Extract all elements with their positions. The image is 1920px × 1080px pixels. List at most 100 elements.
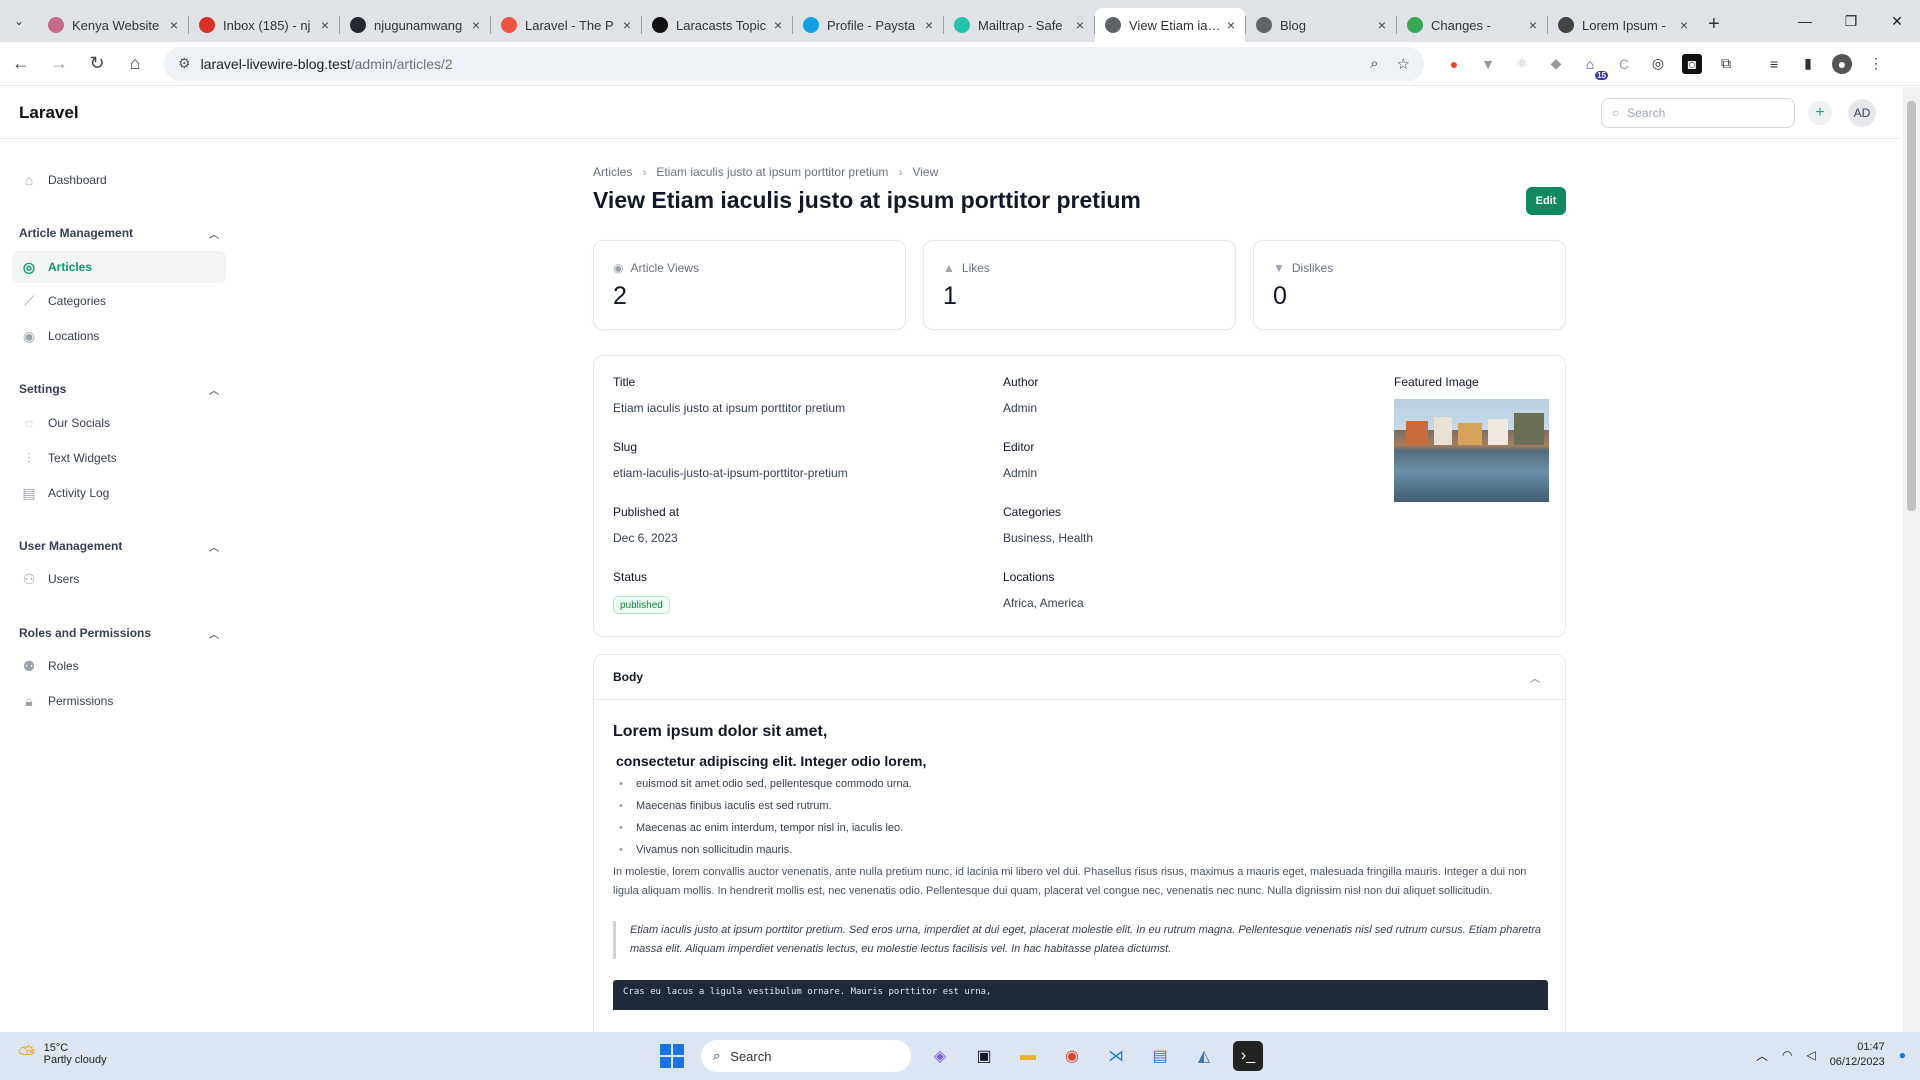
close-tab-icon[interactable]: × bbox=[1076, 17, 1084, 33]
puzzle-extension-icon[interactable]: ◆ bbox=[1546, 54, 1566, 74]
body-heading-1: Lorem ipsum dolor sit amet, bbox=[613, 723, 828, 740]
weather-widget[interactable]: ⛅︎ 15°C Partly cloudy bbox=[18, 1041, 107, 1067]
code-extension-icon[interactable]: C bbox=[1614, 54, 1634, 74]
browser-tab[interactable]: njugunamwang × bbox=[340, 8, 490, 42]
close-tab-icon[interactable]: × bbox=[774, 17, 782, 33]
scrollbar-thumb[interactable] bbox=[1907, 101, 1916, 511]
clock[interactable]: 01:47 06/12/2023 bbox=[1830, 1040, 1885, 1070]
browser-tab[interactable]: Laracasts Topic × bbox=[642, 8, 792, 42]
chevron-up-icon[interactable]: ︿ bbox=[1756, 1047, 1768, 1064]
site-info-icon[interactable]: ⚙ bbox=[178, 55, 191, 72]
close-tab-icon[interactable]: × bbox=[925, 17, 933, 33]
task-view-icon[interactable]: ▣ bbox=[969, 1041, 999, 1071]
address-bar[interactable]: ⚙ laravel-livewire-blog.test/admin/artic… bbox=[164, 46, 1424, 81]
sidebar-item-dashboard[interactable]: ⌂ Dashboard bbox=[12, 164, 226, 196]
wifi-icon[interactable]: ◠ bbox=[1782, 1048, 1792, 1062]
eye-icon: ◉ bbox=[613, 261, 624, 275]
tab-title: Kenya Website bbox=[72, 17, 160, 33]
notification-icon[interactable]: ● bbox=[1899, 1048, 1906, 1062]
sidebar-item-our-socials[interactable]: ◌ Our Socials bbox=[12, 407, 226, 439]
close-tab-icon[interactable]: × bbox=[472, 17, 480, 33]
editor-value: Admin bbox=[1003, 466, 1038, 480]
sidebar-item-roles[interactable]: ⚉ Roles bbox=[12, 650, 226, 682]
sidebar-item-users[interactable]: ⚇ Users bbox=[12, 563, 226, 595]
breadcrumb-articles[interactable]: Articles bbox=[593, 165, 632, 179]
close-tab-icon[interactable]: × bbox=[1680, 17, 1688, 33]
back-icon[interactable]: ← bbox=[4, 47, 38, 81]
color-extension-icon[interactable]: ● bbox=[1444, 54, 1464, 74]
notepad-icon[interactable]: ▤ bbox=[1145, 1041, 1175, 1071]
taskbar-search[interactable]: ⌕ Search bbox=[701, 1040, 911, 1072]
bookmark-star-icon[interactable]: ☆ bbox=[1397, 55, 1410, 73]
global-search-input[interactable]: ○ Search bbox=[1601, 98, 1795, 128]
group-user-management[interactable]: User Management ︿ bbox=[19, 539, 219, 554]
close-tab-icon[interactable]: × bbox=[1529, 17, 1537, 33]
home-icon[interactable]: ⌂ bbox=[118, 47, 152, 81]
page-scrollbar[interactable] bbox=[1903, 87, 1920, 1032]
browser-tab[interactable]: Inbox (185) - nj × bbox=[189, 8, 339, 42]
user-avatar[interactable]: AD bbox=[1848, 99, 1876, 127]
close-tab-icon[interactable]: × bbox=[1378, 17, 1386, 33]
group-roles-permissions[interactable]: Roles and Permissions ︿ bbox=[19, 626, 219, 641]
locations-value: Africa, America bbox=[1003, 596, 1084, 610]
dark-extension-icon[interactable]: ◙ bbox=[1682, 53, 1702, 74]
tab-search-dropdown[interactable]: ⌄ bbox=[8, 10, 30, 32]
zoom-icon[interactable]: ⌕ bbox=[1370, 55, 1378, 73]
published-label: Published at bbox=[613, 505, 680, 519]
body-section-header[interactable]: Body ︿ bbox=[594, 655, 1565, 700]
copilot-icon[interactable]: ◈ bbox=[925, 1041, 955, 1071]
edit-button[interactable]: Edit bbox=[1526, 187, 1566, 215]
browser-tab[interactable]: Lorem Ipsum - × bbox=[1548, 8, 1698, 42]
notification-extension-icon[interactable]: ⌂ 15 bbox=[1580, 54, 1608, 80]
new-tab-button[interactable]: + bbox=[1708, 13, 1720, 36]
sidebar-item-text-widgets[interactable]: ⫶ Text Widgets bbox=[12, 442, 226, 474]
browser-tab[interactable]: Profile - Paysta × bbox=[793, 8, 943, 42]
browser-tab[interactable]: Blog × bbox=[1246, 8, 1396, 42]
monitor-icon[interactable]: ◭ bbox=[1189, 1041, 1219, 1071]
file-explorer-icon[interactable]: ▬ bbox=[1013, 1041, 1043, 1071]
minimize-icon[interactable]: — bbox=[1782, 0, 1828, 42]
group-settings[interactable]: Settings ︿ bbox=[19, 382, 219, 397]
vue-extension-icon[interactable]: ▼ bbox=[1478, 54, 1498, 74]
browser-tab[interactable]: View Etiam iacu × bbox=[1095, 8, 1245, 42]
vscode-icon[interactable]: ⋊ bbox=[1101, 1041, 1131, 1071]
close-tab-icon[interactable]: × bbox=[1227, 17, 1235, 33]
brand-logo[interactable]: Laravel bbox=[19, 103, 79, 123]
breadcrumb-article[interactable]: Etiam iaculis justo at ipsum porttitor p… bbox=[656, 165, 888, 179]
sidebar-item-categories[interactable]: ⟋ Categories bbox=[12, 285, 226, 317]
group-article-management[interactable]: Article Management ︿ bbox=[19, 226, 219, 241]
sidebar-item-permissions[interactable]: 🔒︎ Permissions bbox=[12, 685, 226, 717]
close-tab-icon[interactable]: × bbox=[321, 17, 329, 33]
close-tab-icon[interactable]: × bbox=[170, 17, 178, 33]
restore-icon[interactable]: ❐ bbox=[1828, 0, 1874, 42]
browser-tab[interactable]: Kenya Website × bbox=[38, 8, 188, 42]
extensions-icon[interactable]: ⧉ bbox=[1716, 54, 1736, 74]
volume-icon[interactable]: ◁ bbox=[1806, 1048, 1815, 1062]
close-window-icon[interactable]: ✕ bbox=[1874, 0, 1920, 42]
window-controls: — ❐ ✕ bbox=[1782, 0, 1920, 42]
reload-icon[interactable]: ↻ bbox=[80, 47, 114, 81]
side-panel-icon[interactable]: ▮ bbox=[1798, 54, 1818, 74]
chrome-icon[interactable]: ◉ bbox=[1057, 1041, 1087, 1071]
react-extension-icon[interactable]: ⚛ bbox=[1512, 54, 1532, 74]
clock-date: 06/12/2023 bbox=[1829, 1056, 1885, 1068]
map-pin-icon: ◉ bbox=[22, 327, 36, 344]
forward-icon[interactable]: → bbox=[42, 47, 76, 81]
media-icon[interactable]: ≡ bbox=[1764, 54, 1784, 74]
menu-icon[interactable]: ⋮ bbox=[1866, 54, 1886, 74]
close-tab-icon[interactable]: × bbox=[623, 17, 631, 33]
thumbs-up-icon: ▲ bbox=[943, 261, 955, 275]
favicon-icon bbox=[803, 17, 819, 33]
sidebar-item-activity-log[interactable]: ▤ Activity Log bbox=[12, 477, 226, 509]
profile-icon[interactable]: ● bbox=[1832, 53, 1852, 74]
sidebar-item-articles[interactable]: ◎ Articles bbox=[12, 251, 226, 283]
terminal-icon[interactable]: ›_ bbox=[1233, 1041, 1263, 1071]
browser-tab[interactable]: Changes - × bbox=[1397, 8, 1547, 42]
sidebar-item-locations[interactable]: ◉ Locations bbox=[12, 320, 226, 352]
window-extension-icon[interactable]: ◎ bbox=[1648, 54, 1668, 74]
browser-tab[interactable]: Laravel - The P × bbox=[491, 8, 641, 42]
chevron-up-icon[interactable]: ︿ bbox=[1530, 670, 1540, 685]
browser-tab[interactable]: Mailtrap - Safe × bbox=[944, 8, 1094, 42]
windows-start-icon[interactable] bbox=[657, 1041, 687, 1071]
create-button[interactable]: + bbox=[1808, 101, 1832, 125]
